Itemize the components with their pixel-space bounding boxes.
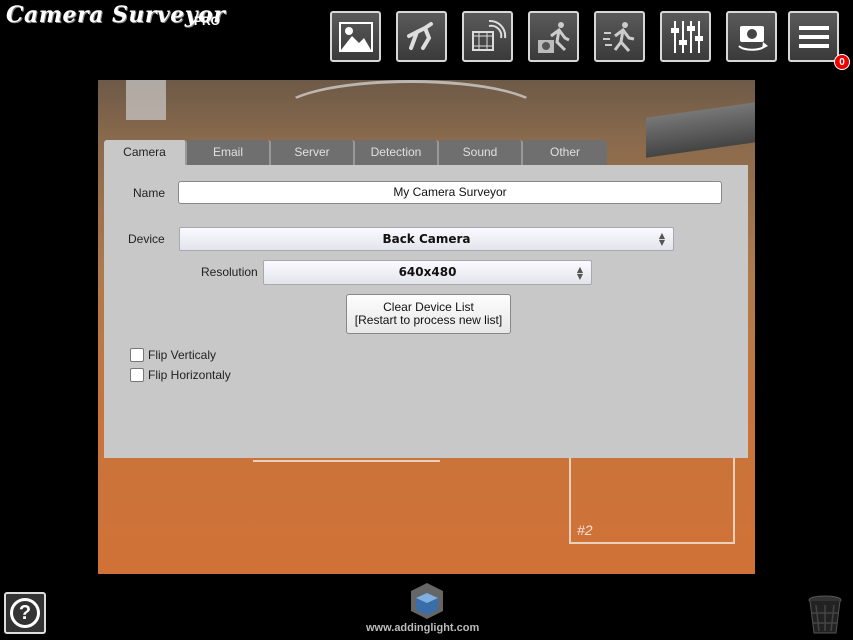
website-link[interactable]: www.addinglight.com	[366, 622, 479, 634]
notification-badge: 0	[834, 54, 850, 70]
sliders-button[interactable]	[660, 11, 711, 62]
device-select-value: Back Camera	[382, 232, 471, 246]
camera-motion-button[interactable]	[528, 11, 579, 62]
trash-icon[interactable]	[806, 593, 844, 635]
image-icon	[338, 21, 373, 52]
clear-device-list-button[interactable]: Clear Device List [Restart to process ne…	[346, 294, 511, 334]
select-arrows-icon: ▲ ▼	[576, 264, 583, 281]
resolution-label: Resolution	[201, 265, 258, 279]
sliders-icon	[670, 20, 703, 53]
question-mark-icon: ?	[10, 598, 40, 628]
flip-horizontal-checkbox[interactable]	[130, 368, 144, 382]
tab-camera[interactable]: Camera	[104, 140, 187, 165]
device-label: Device	[128, 232, 165, 246]
settings-tabs: Camera Email Server Detection Sound Othe…	[104, 140, 607, 165]
device-select[interactable]: Back Camera ▲ ▼	[179, 227, 674, 251]
tab-server[interactable]: Server	[271, 140, 355, 165]
adding-light-logo-icon	[411, 583, 443, 619]
flip-vertical-label: Flip Verticaly	[148, 348, 217, 362]
detection-zone[interactable]: #2	[569, 448, 735, 544]
app-title: Camera Surveyor	[6, 2, 226, 28]
edition-label: PRO	[194, 14, 221, 28]
detection-zone-label: #2	[577, 522, 593, 538]
camera-switch-icon	[737, 25, 768, 51]
select-arrows-icon: ▲ ▼	[658, 231, 665, 247]
tab-other[interactable]: Other	[523, 140, 607, 165]
menu-icon	[798, 25, 829, 48]
resolution-select-value: 640x480	[398, 265, 457, 279]
video-stream-button[interactable]	[462, 11, 513, 62]
name-label: Name	[133, 186, 166, 200]
network-device-object	[646, 102, 755, 158]
running-person-button[interactable]	[594, 11, 645, 62]
menu-button[interactable]	[788, 11, 839, 62]
tab-detection[interactable]: Detection	[355, 140, 439, 165]
cable-object	[278, 80, 544, 146]
lamp-object	[126, 80, 166, 120]
flip-vertical-checkbox[interactable]	[130, 348, 144, 362]
image-button[interactable]	[330, 11, 381, 62]
tab-sound[interactable]: Sound	[439, 140, 523, 165]
name-field[interactable]: My Camera Surveyor	[178, 181, 722, 204]
motion-gesture-button[interactable]	[396, 11, 447, 62]
flip-horizontal-label: Flip Horizontaly	[148, 368, 231, 382]
motion-gesture-icon	[406, 21, 433, 50]
resolution-select[interactable]: 640x480 ▲ ▼	[263, 260, 592, 285]
tab-email[interactable]: Email	[187, 140, 271, 165]
camera-settings-panel: Name My Camera Surveyor Device Back Came…	[104, 165, 748, 458]
running-person-icon	[602, 21, 634, 52]
camera-switch-button[interactable]	[726, 11, 777, 62]
camera-motion-icon	[537, 21, 570, 53]
video-stream-icon	[471, 19, 506, 51]
help-button[interactable]: ?	[4, 592, 46, 634]
clear-button-line2: [Restart to process new list]	[354, 313, 503, 327]
